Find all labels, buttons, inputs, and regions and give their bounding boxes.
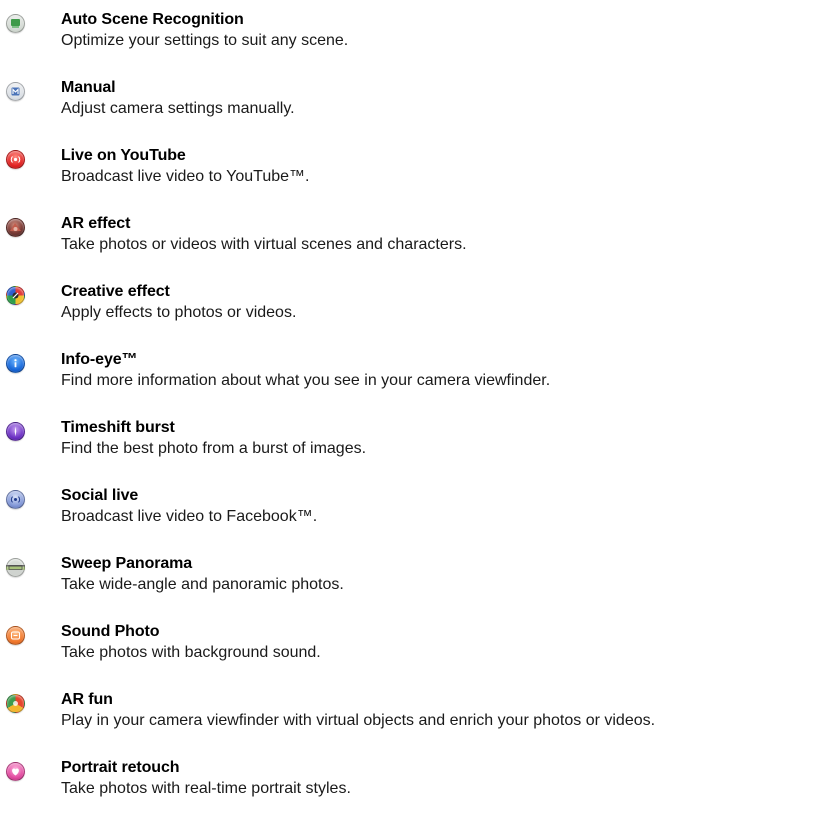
mode-description: Optimize your settings to suit any scene… [61, 32, 349, 49]
mode-description: Broadcast live video to Facebook™. [61, 508, 318, 525]
mode-item-info-eye[interactable]: Info-eye™ Find more information about wh… [0, 350, 826, 414]
mode-item-manual[interactable]: Manual Adjust camera settings manually. [0, 78, 826, 142]
mode-description: Take photos or videos with virtual scene… [61, 236, 467, 253]
mode-title: Manual [61, 79, 116, 96]
mode-title: Live on YouTube [61, 147, 186, 164]
mode-title: Creative effect [61, 283, 170, 300]
camera-mode-list: Auto Scene Recognition Optimize your set… [0, 0, 826, 823]
info-icon [6, 354, 25, 373]
mode-item-sweep-panorama[interactable]: Sweep Panorama Take wide-angle and panor… [0, 554, 826, 618]
mode-description: Play in your camera viewfinder with virt… [61, 712, 656, 729]
mode-title: Timeshift burst [61, 419, 175, 436]
mode-description: Broadcast live video to YouTube™. [61, 168, 310, 185]
mode-description: Take wide-angle and panoramic photos. [61, 576, 344, 593]
ar-effect-icon [6, 218, 25, 237]
mode-item-auto-scene-recognition[interactable]: Auto Scene Recognition Optimize your set… [0, 10, 826, 74]
mode-item-portrait-retouch[interactable]: Portrait retouch Take photos with real-t… [0, 758, 826, 822]
auto-scene-icon [6, 14, 25, 33]
sound-photo-icon [6, 626, 25, 645]
timeshift-burst-icon [6, 422, 25, 441]
mode-title: AR fun [61, 691, 113, 708]
mode-item-live-on-youtube[interactable]: Live on YouTube Broadcast live video to … [0, 146, 826, 210]
mode-description: Apply effects to photos or videos. [61, 304, 297, 321]
mode-item-social-live[interactable]: Social live Broadcast live video to Face… [0, 486, 826, 550]
sweep-panorama-icon [6, 558, 25, 577]
mode-item-ar-effect[interactable]: AR effect Take photos or videos with vir… [0, 214, 826, 278]
live-broadcast-icon [6, 150, 25, 169]
mode-item-sound-photo[interactable]: Sound Photo Take photos with background … [0, 622, 826, 686]
mode-description: Adjust camera settings manually. [61, 100, 295, 117]
manual-icon [6, 82, 25, 101]
mode-item-ar-fun[interactable]: AR fun Play in your camera viewfinder wi… [0, 690, 826, 754]
mode-title: Sound Photo [61, 623, 160, 640]
mode-description: Take photos with background sound. [61, 644, 321, 661]
mode-description: Find the best photo from a burst of imag… [61, 440, 367, 457]
portrait-retouch-icon [6, 762, 25, 781]
mode-item-creative-effect[interactable]: Creative effect Apply effects to photos … [0, 282, 826, 346]
mode-description: Take photos with real-time portrait styl… [61, 780, 351, 797]
mode-item-timeshift-burst[interactable]: Timeshift burst Find the best photo from… [0, 418, 826, 482]
mode-title: Social live [61, 487, 139, 504]
mode-title: AR effect [61, 215, 131, 232]
ar-fun-icon [6, 694, 25, 713]
social-live-icon [6, 490, 25, 509]
mode-title: Auto Scene Recognition [61, 11, 244, 28]
creative-effect-icon [6, 286, 25, 305]
mode-title: Portrait retouch [61, 759, 180, 776]
mode-title: Sweep Panorama [61, 555, 193, 572]
mode-description: Find more information about what you see… [61, 372, 551, 389]
mode-title: Info-eye™ [61, 351, 138, 368]
